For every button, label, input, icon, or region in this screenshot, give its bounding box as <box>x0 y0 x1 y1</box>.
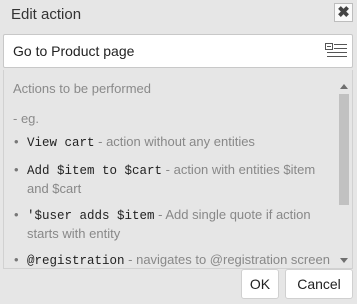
bullet: • <box>14 207 19 222</box>
example-list: • View cart - action without any entities… <box>13 133 331 268</box>
ok-button[interactable]: OK <box>241 269 279 299</box>
action-name-field[interactable] <box>3 34 353 68</box>
close-button[interactable]: ✖ <box>334 3 353 22</box>
help-heading: Actions to be performed <box>13 81 152 96</box>
help-eg: - eg. <box>13 111 40 126</box>
list-icon[interactable] <box>325 43 347 59</box>
example-code: View cart <box>27 136 95 150</box>
example-code: Add $item to $cart <box>27 164 163 178</box>
close-icon: ✖ <box>337 4 350 21</box>
help-panel: Actions to be performed - eg. • View cart… <box>3 70 353 269</box>
scroll-down-icon[interactable] <box>340 258 348 263</box>
example-item: • @registration - navigates to @registrat… <box>13 251 331 268</box>
help-content: Actions to be performed - eg. • View cart… <box>13 80 331 268</box>
bullet: • <box>14 252 19 267</box>
example-desc: - navigates to @registration screen <box>124 252 330 267</box>
bullet: • <box>14 162 19 177</box>
action-name-input[interactable] <box>13 35 313 67</box>
example-item: • View cart - action without any entities <box>13 133 331 152</box>
example-item: • '$user adds $item - Add single quote if… <box>13 206 331 242</box>
bullet: • <box>14 134 19 149</box>
cancel-button[interactable]: Cancel <box>285 269 353 299</box>
example-desc: - action without any entities <box>94 134 255 149</box>
vertical-scrollbar[interactable] <box>338 84 350 266</box>
edit-action-dialog: Edit action ✖ Actions to be performed - … <box>0 0 357 304</box>
scroll-thumb[interactable] <box>339 94 349 205</box>
example-code: @registration <box>27 254 125 268</box>
example-item: • Add $item to $cart - action with entiti… <box>13 161 331 197</box>
scroll-up-icon[interactable] <box>340 84 348 89</box>
dialog-title: Edit action <box>11 6 82 23</box>
example-code: '$user adds $item <box>27 209 155 223</box>
